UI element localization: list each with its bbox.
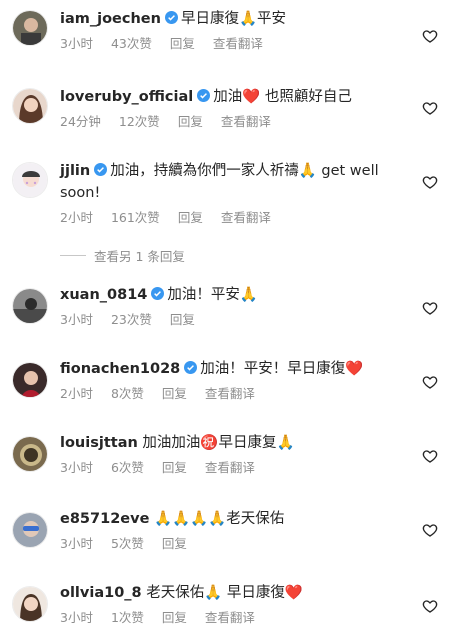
avatar[interactable] <box>12 10 48 46</box>
reply-button[interactable]: 回复 <box>162 386 187 402</box>
translate-button[interactable]: 查看翻译 <box>213 36 263 52</box>
comment-text: 🙏🙏🙏🙏老天保佑 <box>154 511 285 527</box>
view-more-replies-button[interactable]: 查看另 1 条回复 <box>60 246 185 265</box>
heart-outline-icon[interactable] <box>422 598 438 614</box>
comment-meta: 2小时 8次赞 回复 查看翻译 <box>60 386 412 402</box>
username[interactable]: loveruby_official <box>60 89 193 105</box>
comment-text: 早日康復🙏平安 <box>180 11 287 27</box>
translate-button[interactable]: 查看翻译 <box>205 610 255 626</box>
comment-body: jjlin 加油，持續為你們一家人祈禱🙏 get well soon! 2小时 16… <box>60 160 412 226</box>
comment-time: 2小时 <box>60 210 93 225</box>
comment-meta: 3小时 6次赞 回复 查看翻译 <box>60 460 412 476</box>
verified-badge-icon <box>151 287 165 300</box>
reply-button[interactable]: 回复 <box>170 312 195 328</box>
reply-button[interactable]: 回复 <box>170 36 195 52</box>
comment-body: louisjttan 加油加油㊗️早日康复🙏 3小时 6次赞 回复 查看翻译 <box>60 432 412 476</box>
comment-text: 加油！平安🙏 <box>167 287 258 303</box>
like-count[interactable]: 8次赞 <box>111 386 144 402</box>
comment-meta: 3小时 5次赞 回复 <box>60 536 412 552</box>
comment-list: iam_joechen 早日康復🙏平安 3小时 43次赞 回复 查看翻译 loverub… <box>0 0 460 640</box>
avatar[interactable] <box>12 586 48 622</box>
like-count[interactable]: 6次赞 <box>111 460 144 476</box>
comment-body: fionachen1028 加油！平安！早日康復❤️ 2小时 8次赞 回复 查看翻译 <box>60 358 412 402</box>
comment-text: 加油加油㊗️早日康复🙏 <box>142 435 295 451</box>
username[interactable]: jjlin <box>60 163 90 179</box>
like-count[interactable]: 23次赞 <box>111 312 152 328</box>
heart-outline-icon[interactable] <box>422 374 438 390</box>
avatar[interactable] <box>12 362 48 398</box>
like-count[interactable]: 161次赞 <box>111 210 160 226</box>
comment-time: 3小时 <box>60 312 93 327</box>
view-more-replies-label: 查看另 1 条回复 <box>94 249 185 264</box>
comment-meta: 3小时 23次赞 回复 <box>60 312 412 328</box>
comment-meta: 3小时 1次赞 回复 查看翻译 <box>60 610 412 626</box>
username[interactable]: fionachen1028 <box>60 361 180 377</box>
comment-text: 老天保佑🙏 早日康復❤️ <box>146 585 303 601</box>
comment-meta: 2小时 161次赞 回复 查看翻译 <box>60 210 412 226</box>
comment-text: 加油！平安！早日康復❤️ <box>200 361 364 377</box>
avatar[interactable] <box>12 88 48 124</box>
comment-time: 3小时 <box>60 36 93 51</box>
heart-outline-icon[interactable] <box>422 28 438 44</box>
avatar[interactable] <box>12 288 48 324</box>
reply-button[interactable]: 回复 <box>178 210 203 226</box>
heart-outline-icon[interactable] <box>422 100 438 116</box>
reply-button[interactable]: 回复 <box>178 114 203 130</box>
comment-text: 加油，持續為你們一家人祈禱🙏 get well soon! <box>60 163 379 201</box>
verified-badge-icon <box>184 361 198 374</box>
divider <box>60 255 86 256</box>
like-count[interactable]: 43次赞 <box>111 36 152 52</box>
username[interactable]: ollvia10_8 <box>60 585 142 601</box>
reply-button[interactable]: 回复 <box>162 536 187 552</box>
like-count[interactable]: 5次赞 <box>111 536 144 552</box>
comment-body: e85712eve 🙏🙏🙏🙏老天保佑 3小时 5次赞 回复 <box>60 508 412 552</box>
like-count[interactable]: 12次赞 <box>119 114 160 130</box>
comment-text: 加油❤️ 也照顧好自己 <box>213 89 352 105</box>
like-count[interactable]: 1次赞 <box>111 610 144 626</box>
translate-button[interactable]: 查看翻译 <box>221 114 271 130</box>
translate-button[interactable]: 查看翻译 <box>221 210 271 226</box>
avatar[interactable] <box>12 512 48 548</box>
avatar[interactable] <box>12 436 48 472</box>
verified-badge-icon <box>94 163 108 176</box>
comment-meta: 24分钟 12次赞 回复 查看翻译 <box>60 114 412 130</box>
comment-time: 24分钟 <box>60 114 101 129</box>
heart-outline-icon[interactable] <box>422 300 438 316</box>
avatar[interactable] <box>12 162 48 198</box>
username[interactable]: louisjttan <box>60 435 138 451</box>
reply-button[interactable]: 回复 <box>162 460 187 476</box>
heart-outline-icon[interactable] <box>422 448 438 464</box>
comment-body: iam_joechen 早日康復🙏平安 3小时 43次赞 回复 查看翻译 <box>60 8 412 52</box>
comment-body: loveruby_official 加油❤️ 也照顧好自己 24分钟 12次赞 回复 查… <box>60 86 412 130</box>
comment-time: 3小时 <box>60 610 93 625</box>
translate-button[interactable]: 查看翻译 <box>205 460 255 476</box>
comment-meta: 3小时 43次赞 回复 查看翻译 <box>60 36 412 52</box>
comment-time: 2小时 <box>60 386 93 401</box>
heart-outline-icon[interactable] <box>422 174 438 190</box>
comment-body: xuan_0814 加油！平安🙏 3小时 23次赞 回复 <box>60 284 412 328</box>
comment-time: 3小时 <box>60 536 93 551</box>
comment-body: ollvia10_8 老天保佑🙏 早日康復❤️ 3小时 1次赞 回复 查看翻译 <box>60 582 412 626</box>
translate-button[interactable]: 查看翻译 <box>205 386 255 402</box>
comment-time: 3小时 <box>60 460 93 475</box>
verified-badge-icon <box>164 11 178 24</box>
reply-button[interactable]: 回复 <box>162 610 187 626</box>
heart-outline-icon[interactable] <box>422 522 438 538</box>
username[interactable]: xuan_0814 <box>60 287 147 303</box>
verified-badge-icon <box>197 89 211 102</box>
username[interactable]: iam_joechen <box>60 11 161 27</box>
username[interactable]: e85712eve <box>60 511 149 527</box>
